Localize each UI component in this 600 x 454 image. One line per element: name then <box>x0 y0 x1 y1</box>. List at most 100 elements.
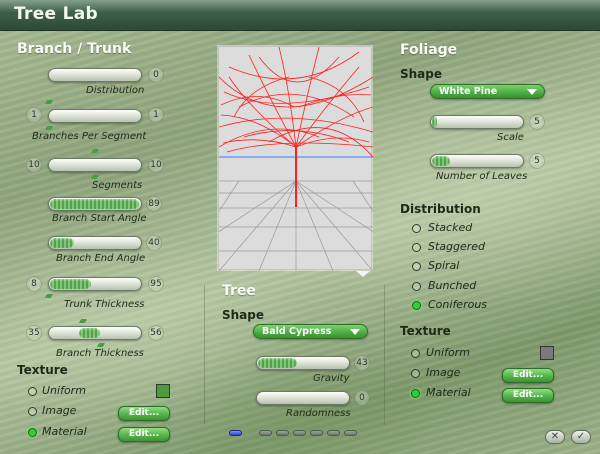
slider-marker <box>78 319 88 323</box>
slider-fill <box>50 199 139 209</box>
tree-preview-viewport[interactable] <box>158 46 434 272</box>
branch-end-angle-slider[interactable] <box>48 236 142 250</box>
segments-label: Segments <box>92 180 143 191</box>
foliage-shape-dropdown[interactable]: White Pine <box>430 84 545 99</box>
slider-marker <box>44 100 54 104</box>
branch-texture-material-label: Material <box>42 425 87 438</box>
branch-texture-uniform-label: Uniform <box>42 384 86 397</box>
distribution-label: Distribution <box>86 85 145 96</box>
foliage-scale-slider[interactable] <box>430 115 524 129</box>
trunk-thickness-max: 95 <box>148 276 164 292</box>
checkmark-icon: ✓ <box>576 431 586 442</box>
chevron-down-icon <box>350 329 360 335</box>
foliage-texture-image-radio[interactable] <box>411 369 420 378</box>
trunk-thickness-label: Trunk Thickness <box>64 299 145 310</box>
tree-shape-value: Bald Cypress <box>262 326 332 337</box>
distribution-stacked-label: Stacked <box>428 221 473 234</box>
distribution-stacked-radio[interactable] <box>412 224 421 233</box>
foliage-texture-swatch[interactable] <box>540 346 554 360</box>
tree-lab-window: Tree Lab Branch / Trunk 0 Distribution 1… <box>0 0 600 454</box>
branch-texture-material-radio[interactable] <box>28 428 37 437</box>
foliage-scale-value: 5 <box>529 114 545 130</box>
branch-texture-image-label: Image <box>42 404 77 417</box>
segments-max: 10 <box>148 157 164 173</box>
foliage-texture-uniform-radio[interactable] <box>411 349 420 358</box>
branch-start-angle-label: Branch Start Angle <box>52 213 147 224</box>
randomness-label: Randomness <box>286 408 351 419</box>
branches-per-segment-min: 1 <box>26 107 42 123</box>
slider-fill <box>258 358 297 368</box>
branch-start-angle-value: 89 <box>146 196 162 212</box>
gravity-label: Gravity <box>313 373 350 384</box>
branch-texture-swatch[interactable] <box>156 384 170 398</box>
branch-end-angle-label: Branch End Angle <box>56 253 146 264</box>
branches-per-segment-label: Branches Per Segment <box>32 131 147 142</box>
distribution-slider[interactable] <box>48 68 142 82</box>
close-icon: ✕ <box>550 431 560 442</box>
distribution-coniferous-radio[interactable] <box>412 301 421 310</box>
foliage-distribution-heading: Distribution <box>400 202 481 216</box>
trunk-thickness-min: 8 <box>26 276 42 292</box>
divider <box>384 285 385 425</box>
randomness-value: 0 <box>354 390 370 406</box>
distribution-staggered-radio[interactable] <box>412 243 421 252</box>
branch-texture-uniform-radio[interactable] <box>28 387 37 396</box>
preview-expand-arrow-icon[interactable] <box>356 271 370 277</box>
tree-shape-heading: Shape <box>222 308 265 322</box>
slider-marker <box>44 294 54 298</box>
gravity-slider[interactable] <box>256 356 350 370</box>
segments-slider[interactable] <box>48 158 142 172</box>
foliage-texture-heading: Texture <box>400 324 451 338</box>
tree-branches <box>218 46 374 207</box>
slider-marker <box>96 343 106 347</box>
segments-min: 10 <box>26 157 42 173</box>
foliage-texture-uniform-label: Uniform <box>426 346 470 359</box>
branch-thickness-min: 35 <box>26 325 42 341</box>
foliage-texture-material-radio[interactable] <box>411 389 420 398</box>
slider-fill <box>50 238 74 248</box>
foliage-texture-image-label: Image <box>426 366 461 379</box>
number-of-leaves-value: 5 <box>529 153 545 169</box>
page-indicator-6[interactable] <box>327 430 340 436</box>
trunk-thickness-slider[interactable] <box>48 277 142 291</box>
foliage-texture-material-label: Material <box>426 386 471 399</box>
divider <box>204 285 205 425</box>
branches-per-segment-slider[interactable] <box>48 109 142 123</box>
page-indicator-5[interactable] <box>310 430 323 436</box>
gravity-value: 43 <box>354 355 370 371</box>
slider-fill <box>79 328 100 338</box>
slider-fill <box>432 117 437 127</box>
distribution-value: 0 <box>148 67 164 83</box>
branches-per-segment-max: 1 <box>148 107 164 123</box>
page-indicator-1[interactable] <box>229 430 242 436</box>
page-indicator-3[interactable] <box>276 430 289 436</box>
foliage-heading: Foliage <box>400 42 458 58</box>
branch-trunk-heading: Branch / Trunk <box>17 41 132 57</box>
page-indicator-4[interactable] <box>293 430 306 436</box>
title-bar: Tree Lab <box>0 0 600 31</box>
ok-button[interactable]: ✓ <box>571 430 591 444</box>
randomness-slider[interactable] <box>256 391 350 405</box>
branch-material-edit-button[interactable]: Edit... <box>118 427 170 442</box>
foliage-image-edit-button[interactable]: Edit... <box>502 368 554 383</box>
branch-image-edit-button[interactable]: Edit... <box>118 406 170 421</box>
branch-thickness-label: Branch Thickness <box>56 348 144 359</box>
foliage-shape-value: White Pine <box>439 86 498 97</box>
slider-marker <box>90 175 100 179</box>
page-indicator-7[interactable] <box>344 430 357 436</box>
slider-fill <box>50 279 91 289</box>
branch-start-angle-slider[interactable] <box>48 197 142 211</box>
foliage-material-edit-button[interactable]: Edit... <box>502 388 554 403</box>
tree-heading: Tree <box>222 283 256 299</box>
branch-thickness-slider[interactable] <box>48 326 142 340</box>
tree-shape-dropdown[interactable]: Bald Cypress <box>253 324 368 339</box>
distribution-bunched-radio[interactable] <box>412 282 421 291</box>
number-of-leaves-label: Number of Leaves <box>436 171 528 182</box>
cancel-button[interactable]: ✕ <box>545 430 565 444</box>
page-indicator-2[interactable] <box>259 430 272 436</box>
distribution-spiral-radio[interactable] <box>412 262 421 271</box>
distribution-coniferous-label: Coniferous <box>428 298 488 311</box>
branch-texture-image-radio[interactable] <box>28 407 37 416</box>
branch-thickness-max: 56 <box>148 325 164 341</box>
number-of-leaves-slider[interactable] <box>430 154 524 168</box>
